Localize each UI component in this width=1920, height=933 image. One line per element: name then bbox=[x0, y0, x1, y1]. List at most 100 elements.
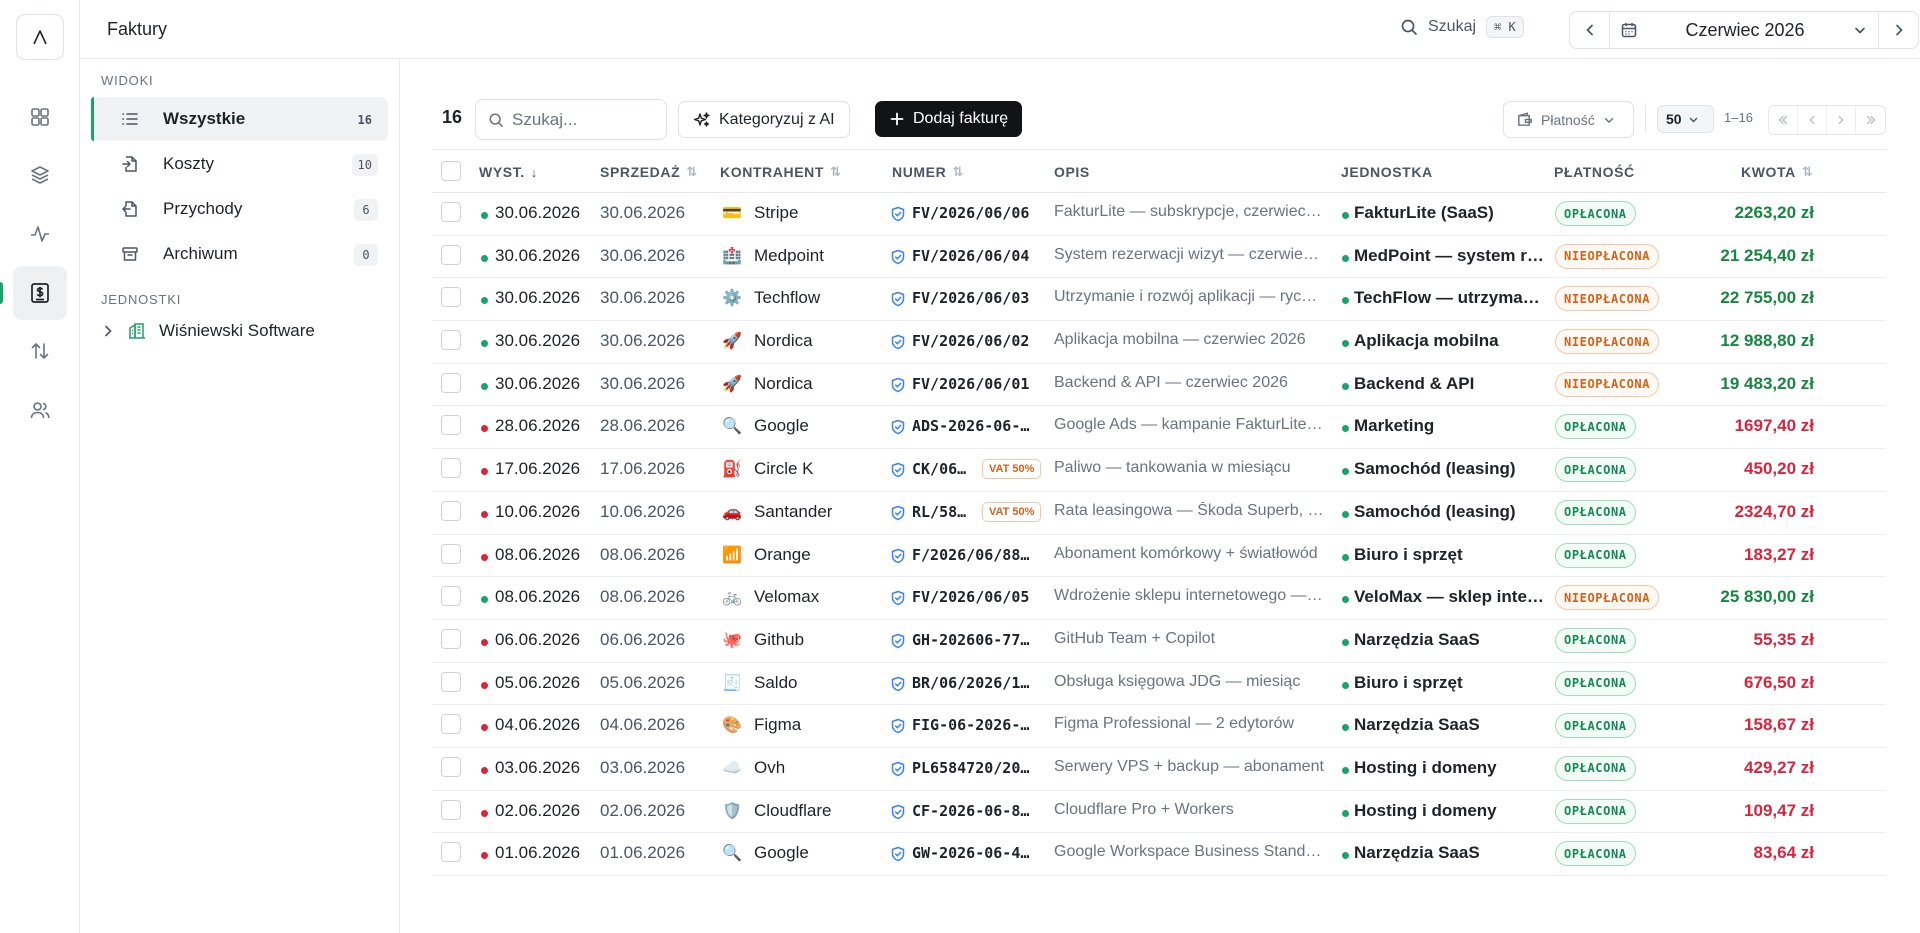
row-checkbox[interactable] bbox=[441, 330, 461, 351]
invoice-number[interactable]: CF-2026-06-8… bbox=[912, 802, 1040, 820]
invoice-number[interactable]: FIG-06-2026-… bbox=[912, 716, 1040, 734]
row-checkbox[interactable] bbox=[441, 799, 461, 820]
first-page-button[interactable] bbox=[1769, 106, 1798, 134]
payment-status-badge[interactable]: OPŁACONA bbox=[1555, 841, 1636, 867]
contractor-name[interactable]: Santander bbox=[754, 502, 832, 522]
contractor-name[interactable]: Google bbox=[754, 416, 809, 436]
view-item-archive[interactable]: Archiwum 0 bbox=[91, 232, 388, 276]
invoice-number[interactable]: ADS-2026-06-… bbox=[912, 417, 1040, 435]
column-header-contractor[interactable]: KONTRAHENT ⇅ bbox=[720, 164, 841, 180]
search-input[interactable] bbox=[512, 109, 652, 130]
row-checkbox[interactable] bbox=[441, 202, 461, 222]
period-dropdown-button[interactable] bbox=[1842, 12, 1878, 48]
view-item-all[interactable]: Wszystkie 16 bbox=[91, 97, 388, 141]
table-row[interactable]: 30.06.2026 30.06.2026 💳 Stripe FV/2026/06/06… bbox=[432, 193, 1886, 236]
invoice-number[interactable]: PL6584720/20… bbox=[912, 759, 1040, 777]
table-row[interactable]: 06.06.2026 06.06.2026 🐙 Github GH-202606-77…… bbox=[432, 620, 1886, 663]
table-row[interactable]: 30.06.2026 30.06.2026 🚀 Nordica FV/2026/06/0… bbox=[432, 321, 1886, 364]
contractor-name[interactable]: Stripe bbox=[754, 203, 798, 223]
payment-status-badge[interactable]: OPŁACONA bbox=[1555, 542, 1636, 568]
column-header-number[interactable]: NUMER ⇅ bbox=[892, 164, 963, 180]
list-search[interactable] bbox=[475, 99, 667, 140]
invoice-number[interactable]: F/2026/06/88… bbox=[912, 546, 1040, 564]
invoice-number[interactable]: BR/06/2026/1… bbox=[912, 674, 1040, 692]
payment-status-badge[interactable]: OPŁACONA bbox=[1555, 713, 1636, 739]
table-row[interactable]: 30.06.2026 30.06.2026 🚀 Nordica FV/2026/06/0… bbox=[432, 364, 1886, 407]
column-header-issued[interactable]: WYST. ↓ bbox=[479, 164, 537, 180]
invoice-number[interactable]: GW-2026-06-4… bbox=[912, 844, 1040, 862]
view-item-income[interactable]: Przychody 6 bbox=[91, 187, 388, 231]
table-row[interactable]: 05.06.2026 05.06.2026 🧾 Saldo BR/06/2026/1… O… bbox=[432, 663, 1886, 706]
table-row[interactable]: 28.06.2026 28.06.2026 🔍 Google ADS-2026-06-…… bbox=[432, 406, 1886, 450]
table-row[interactable]: 04.06.2026 04.06.2026 🎨 Figma FIG-06-2026-… F… bbox=[432, 705, 1886, 748]
contractor-name[interactable]: Nordica bbox=[754, 374, 813, 394]
payment-status-badge[interactable]: OPŁACONA bbox=[1555, 414, 1636, 440]
row-checkbox[interactable] bbox=[441, 671, 461, 692]
invoice-number[interactable]: FV/2026/06/04 bbox=[912, 247, 1040, 265]
payment-status-badge[interactable]: OPŁACONA bbox=[1555, 798, 1636, 824]
payment-status-badge[interactable]: NIEOPŁACONA bbox=[1555, 243, 1660, 269]
payment-status-badge[interactable]: NIEOPŁACONA bbox=[1555, 371, 1660, 397]
payment-status-badge[interactable]: NIEOPŁACONA bbox=[1555, 329, 1660, 355]
contractor-name[interactable]: Nordica bbox=[754, 331, 813, 351]
table-row[interactable]: 08.06.2026 08.06.2026 🚲 Velomax FV/2026/06/0… bbox=[432, 577, 1886, 620]
period-label[interactable]: Czerwiec 2026 bbox=[1648, 20, 1842, 41]
table-row[interactable]: 17.06.2026 17.06.2026 ⛽ Circle K CK/06… VAT 5… bbox=[432, 449, 1886, 492]
contractor-name[interactable]: Figma bbox=[754, 715, 801, 735]
invoice-number[interactable]: FV/2026/06/05 bbox=[912, 588, 1040, 606]
row-checkbox[interactable] bbox=[441, 500, 461, 521]
next-page-button[interactable] bbox=[1827, 106, 1856, 134]
table-row[interactable]: 30.06.2026 30.06.2026 ⚙️ Techflow FV/2026/06… bbox=[432, 278, 1886, 322]
invoice-number[interactable]: FV/2026/06/01 bbox=[912, 375, 1040, 393]
column-header-sale[interactable]: SPRZEDAŻ ⇅ bbox=[600, 164, 697, 180]
last-page-button[interactable] bbox=[1856, 106, 1885, 134]
invoice-number[interactable]: FV/2026/06/06 bbox=[912, 204, 1040, 222]
contractor-name[interactable]: Google bbox=[754, 843, 809, 863]
payment-status-badge[interactable]: NIEOPŁACONA bbox=[1555, 286, 1660, 312]
rail-contacts-button[interactable] bbox=[13, 383, 67, 437]
column-header-amount[interactable]: KWOTA ⇅ bbox=[1741, 164, 1813, 180]
rail-invoices-button[interactable] bbox=[13, 266, 67, 320]
row-checkbox[interactable] bbox=[441, 458, 461, 479]
contractor-name[interactable]: Cloudflare bbox=[754, 801, 832, 821]
payment-status-badge[interactable]: NIEOPŁACONA bbox=[1555, 585, 1660, 611]
app-logo[interactable] bbox=[16, 14, 64, 60]
invoice-number[interactable]: FV/2026/06/03 bbox=[912, 289, 1040, 307]
calendar-button[interactable] bbox=[1610, 12, 1648, 48]
view-item-costs[interactable]: Koszty 10 bbox=[91, 142, 388, 186]
payment-status-badge[interactable]: OPŁACONA bbox=[1555, 201, 1636, 226]
payment-status-badge[interactable]: OPŁACONA bbox=[1555, 499, 1636, 525]
contractor-name[interactable]: Techflow bbox=[754, 288, 820, 308]
rail-activity-button[interactable] bbox=[13, 207, 67, 261]
row-checkbox[interactable] bbox=[441, 628, 461, 649]
row-checkbox[interactable] bbox=[441, 287, 461, 308]
invoice-number[interactable]: FV/2026/06/02 bbox=[912, 332, 1040, 350]
rail-layers-button[interactable] bbox=[13, 148, 67, 202]
payment-status-badge[interactable]: OPŁACONA bbox=[1555, 755, 1636, 781]
unit-tree-item[interactable]: Wiśniewski Software bbox=[101, 321, 315, 341]
contractor-name[interactable]: Github bbox=[754, 630, 804, 650]
global-search-button[interactable]: Szukaj ⌘ K bbox=[1400, 16, 1524, 38]
next-month-button[interactable] bbox=[1878, 12, 1918, 48]
categorize-ai-button[interactable]: Kategoryzuj z AI bbox=[678, 101, 850, 138]
table-row[interactable]: 01.06.2026 01.06.2026 🔍 Google GW-2026-06-4…… bbox=[432, 833, 1886, 876]
row-checkbox[interactable] bbox=[441, 586, 461, 607]
contractor-name[interactable]: Medpoint bbox=[754, 246, 824, 266]
row-checkbox[interactable] bbox=[441, 543, 461, 564]
contractor-name[interactable]: Orange bbox=[754, 545, 811, 565]
table-row[interactable]: 03.06.2026 03.06.2026 ☁️ Ovh PL6584720/20… Se… bbox=[432, 748, 1886, 791]
payment-filter-select[interactable]: Płatność bbox=[1503, 101, 1634, 138]
rail-transfers-button[interactable] bbox=[13, 324, 67, 378]
contractor-name[interactable]: Saldo bbox=[754, 673, 797, 693]
row-checkbox[interactable] bbox=[441, 372, 461, 393]
row-checkbox[interactable] bbox=[441, 415, 461, 436]
row-checkbox[interactable] bbox=[441, 842, 461, 863]
invoice-number[interactable]: RL/58… bbox=[912, 503, 974, 521]
row-checkbox[interactable] bbox=[441, 756, 461, 777]
contractor-name[interactable]: Ovh bbox=[754, 758, 785, 778]
previous-month-button[interactable] bbox=[1570, 12, 1610, 48]
rail-dashboard-button[interactable] bbox=[13, 90, 67, 144]
chevron-right-icon[interactable] bbox=[101, 324, 115, 338]
table-row[interactable]: 10.06.2026 10.06.2026 🚗 Santander RL/58… VAT … bbox=[432, 492, 1886, 535]
page-size-select[interactable]: 50 bbox=[1657, 105, 1714, 133]
